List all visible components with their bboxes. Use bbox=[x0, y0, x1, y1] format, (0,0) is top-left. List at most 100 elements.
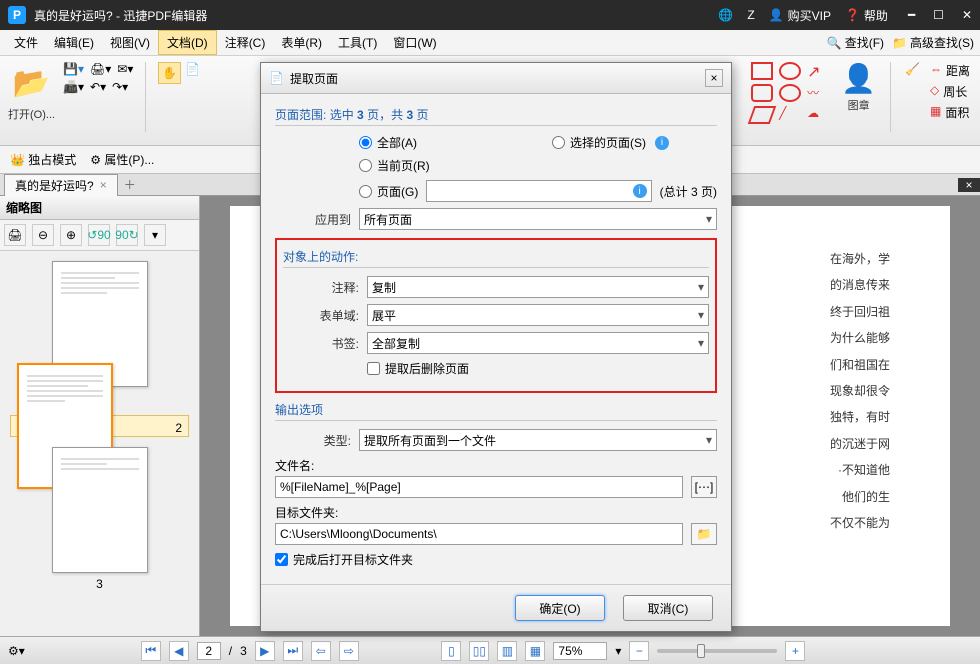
pages-input[interactable]: i bbox=[426, 180, 651, 202]
page-total: 3 bbox=[240, 644, 247, 658]
info-icon[interactable]: i bbox=[633, 184, 647, 198]
titlebar: P 真的是好运吗? - 迅捷PDF编辑器 🌐 Z 👤 购买VIP ❓ 帮助 ━ … bbox=[0, 0, 980, 30]
open-after-checkbox[interactable]: 完成后打开目标文件夹 bbox=[275, 551, 413, 568]
save-icon[interactable]: 💾▾ bbox=[63, 62, 84, 76]
dialog-title: 提取页面 bbox=[290, 70, 338, 87]
menu-file[interactable]: 文件 bbox=[6, 31, 46, 54]
open-button[interactable]: 📂 打开(O)... bbox=[8, 62, 55, 122]
nav-back-button[interactable]: ⇦ bbox=[311, 641, 331, 661]
status-options-icon[interactable]: ⚙▾ bbox=[8, 644, 25, 658]
delete-after-checkbox[interactable]: 提取后删除页面 bbox=[367, 360, 469, 377]
measure-distance[interactable]: ⇔距离 bbox=[930, 62, 970, 79]
formfields-select[interactable]: 展平▾ bbox=[367, 304, 709, 326]
zoom-slider[interactable] bbox=[657, 649, 777, 653]
adv-find-button[interactable]: 📁 高级查找(S) bbox=[892, 34, 974, 51]
cancel-button[interactable]: 取消(C) bbox=[623, 595, 713, 621]
page-range-label: 页面范围: 选中 3 页，共 3 页 bbox=[275, 106, 717, 126]
info-icon[interactable]: i bbox=[655, 136, 669, 150]
output-label: 输出选项 bbox=[275, 401, 717, 421]
menu-form[interactable]: 表单(R) bbox=[273, 31, 330, 54]
bookmarks-select[interactable]: 全部复制▾ bbox=[367, 332, 709, 354]
menu-tools[interactable]: 工具(T) bbox=[330, 31, 385, 54]
dialog-close-button[interactable]: × bbox=[705, 69, 723, 87]
menu-view[interactable]: 视图(V) bbox=[102, 31, 158, 54]
select-tool-icon[interactable]: 📄 bbox=[185, 62, 200, 84]
filename-macro-button[interactable]: [⋯] bbox=[691, 476, 717, 498]
thumb-tool-print[interactable]: 🖨 bbox=[4, 224, 26, 246]
menu-window[interactable]: 窗口(W) bbox=[385, 31, 444, 54]
apply-to-select[interactable]: 所有页面▾ bbox=[359, 208, 717, 230]
thumbnail-list: 1 2 3 bbox=[0, 251, 199, 636]
find-button[interactable]: 🔍 查找(F) bbox=[827, 34, 884, 51]
radio-current[interactable]: 当前页(R) bbox=[359, 157, 430, 174]
tabbar-close-button[interactable]: × bbox=[958, 178, 980, 192]
thumb-tool-zoomin[interactable]: ⊕ bbox=[60, 224, 82, 246]
mail-icon[interactable]: ✉▾ bbox=[117, 62, 133, 76]
globe-icon[interactable]: 🌐 bbox=[718, 8, 733, 22]
dialog-titlebar[interactable]: 📄 提取页面 × bbox=[261, 63, 731, 94]
tab-close-icon[interactable]: × bbox=[100, 178, 107, 192]
hand-tool-icon[interactable]: ✋ bbox=[158, 62, 181, 84]
undo-icon[interactable]: ↶▾ bbox=[90, 80, 106, 94]
stamp-button[interactable]: 👤 图章 bbox=[841, 62, 876, 113]
thumbnail-page-3[interactable]: 3 bbox=[52, 447, 148, 591]
scan-icon[interactable]: 📠▾ bbox=[63, 80, 84, 94]
browse-folder-button[interactable]: 📁 bbox=[691, 523, 717, 545]
filename-label: 文件名: bbox=[275, 457, 717, 474]
thumb-tool-rotate-right[interactable]: 90↻ bbox=[116, 224, 138, 246]
doc-tab[interactable]: 真的是好运吗? × bbox=[4, 174, 118, 196]
zoom-dd-icon[interactable]: ▾ bbox=[615, 644, 621, 658]
minimize-button[interactable]: ━ bbox=[908, 8, 915, 22]
menu-comment[interactable]: 注释(C) bbox=[217, 31, 274, 54]
layout-single-icon[interactable]: ▯ bbox=[441, 641, 461, 661]
thumb-tool-menu[interactable]: ▾ bbox=[144, 224, 166, 246]
menu-document[interactable]: 文档(D) bbox=[158, 30, 217, 55]
properties-button[interactable]: ⚙ 属性(P)... bbox=[90, 151, 154, 168]
print-icon[interactable]: 🖨▾ bbox=[90, 62, 111, 76]
help-button[interactable]: ❓ 帮助 bbox=[845, 7, 888, 24]
close-button[interactable]: ✕ bbox=[962, 8, 972, 22]
zoom-input[interactable] bbox=[553, 642, 607, 660]
chevron-down-icon: ▾ bbox=[706, 212, 712, 226]
user-letter[interactable]: Z bbox=[747, 8, 754, 22]
ok-button[interactable]: 确定(O) bbox=[515, 595, 605, 621]
eraser-icon: 🧹 bbox=[905, 62, 920, 76]
first-page-button[interactable]: ⏮ bbox=[141, 641, 161, 661]
dialog-icon: 📄 bbox=[269, 71, 284, 85]
thumbnail-page-2[interactable]: 2 bbox=[10, 415, 189, 437]
output-type-select[interactable]: 提取所有页面到一个文件▾ bbox=[359, 429, 717, 451]
filename-input[interactable] bbox=[275, 476, 683, 498]
radio-selected[interactable]: 选择的页面(S)i bbox=[552, 134, 669, 151]
buy-vip-button[interactable]: 👤 购买VIP bbox=[769, 7, 831, 24]
prev-page-button[interactable]: ◀ bbox=[169, 641, 189, 661]
folder-label: 目标文件夹: bbox=[275, 504, 717, 521]
annotations-select[interactable]: 复制▾ bbox=[367, 276, 709, 298]
app-logo: P bbox=[8, 6, 26, 24]
thumbnail-panel: 缩略图 🖨 ⊖ ⊕ ↺90 90↻ ▾ 1 2 3 bbox=[0, 196, 200, 636]
exclusive-mode-button[interactable]: 👑 独占模式 bbox=[10, 151, 76, 168]
zoom-out-button[interactable]: − bbox=[629, 641, 649, 661]
tab-add-button[interactable]: ＋ bbox=[124, 176, 136, 193]
menu-edit[interactable]: 编辑(E) bbox=[46, 31, 102, 54]
redo-icon[interactable]: ↷▾ bbox=[112, 80, 128, 94]
thumb-tool-rotate-left[interactable]: ↺90 bbox=[88, 224, 110, 246]
measure-perimeter[interactable]: ◇周长 bbox=[930, 83, 970, 100]
measure-area[interactable]: ▦面积 bbox=[930, 104, 970, 121]
shape-palette[interactable]: ↗ 〰 ╱☁ bbox=[751, 62, 831, 124]
radio-all[interactable]: 全部(A) bbox=[359, 134, 417, 151]
last-page-button[interactable]: ⏭ bbox=[283, 641, 303, 661]
chevron-down-icon: ▾ bbox=[698, 280, 704, 294]
nav-fwd-button[interactable]: ⇨ bbox=[339, 641, 359, 661]
next-page-button[interactable]: ▶ bbox=[255, 641, 275, 661]
radio-pages[interactable]: 页面(G) bbox=[359, 183, 418, 200]
maximize-button[interactable]: ☐ bbox=[933, 8, 944, 22]
page-current-input[interactable] bbox=[197, 642, 221, 660]
layout-cont-icon[interactable]: ▯▯ bbox=[469, 641, 489, 661]
layout-facing-icon[interactable]: ▥ bbox=[497, 641, 517, 661]
thumb-tool-zoomout[interactable]: ⊖ bbox=[32, 224, 54, 246]
eraser-button[interactable]: 🧹 bbox=[905, 62, 920, 76]
tab-title: 真的是好运吗? bbox=[15, 177, 94, 194]
zoom-in-button[interactable]: + bbox=[785, 641, 805, 661]
layout-book-icon[interactable]: ▦ bbox=[525, 641, 545, 661]
folder-input[interactable] bbox=[275, 523, 683, 545]
